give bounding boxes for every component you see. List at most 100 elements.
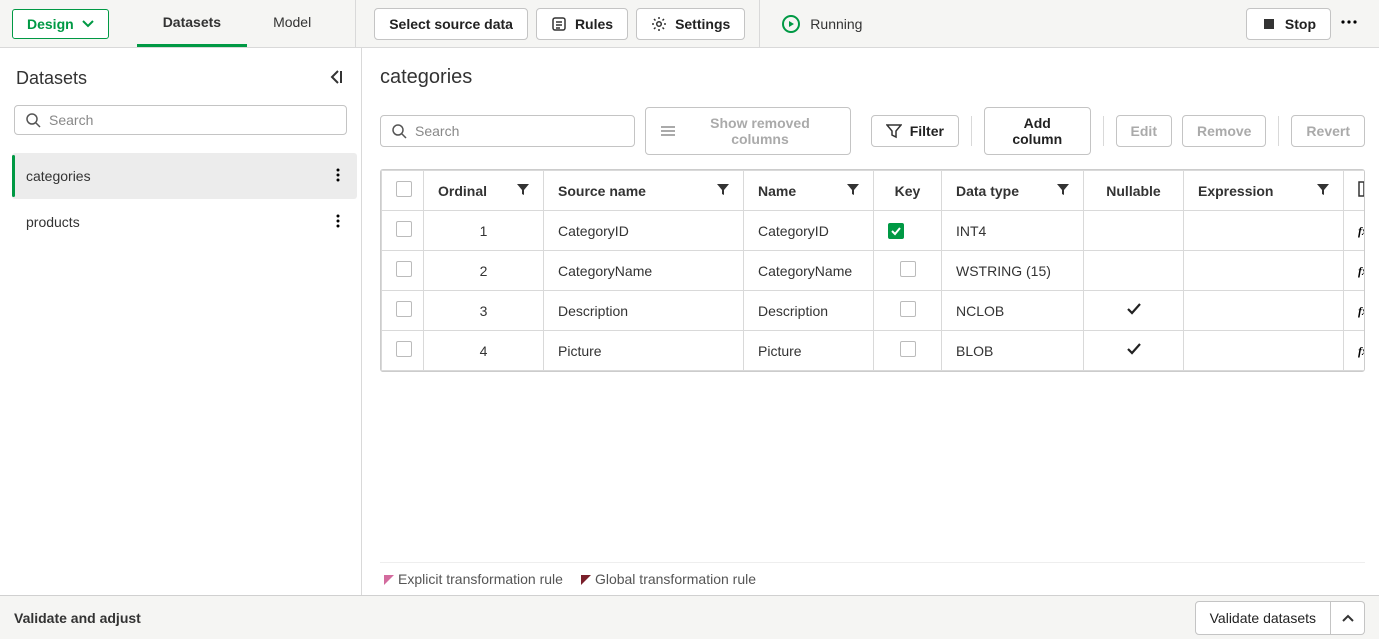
cell-name: Description [744, 291, 874, 331]
key-checkbox[interactable] [900, 341, 916, 357]
svg-text:fx: fx [1358, 345, 1365, 358]
dataset-item-menu[interactable] [329, 166, 347, 187]
expand-footer-button[interactable] [1331, 601, 1365, 635]
rules-button[interactable]: Rules [536, 8, 628, 40]
select-source-button[interactable]: Select source data [374, 8, 528, 40]
columns-search-input[interactable] [415, 123, 624, 139]
top-bar: Design Datasets Model Select source data… [0, 0, 1379, 48]
divider [355, 0, 356, 48]
stop-icon [1261, 16, 1277, 32]
columns-search[interactable] [380, 115, 635, 147]
filter-icon[interactable] [517, 183, 529, 199]
table-row[interactable]: 2CategoryNameCategoryNameWSTRING (15)fx [382, 251, 1366, 291]
chevron-up-icon [1341, 611, 1355, 625]
filter-icon[interactable] [1317, 183, 1329, 199]
cell-dtype: NCLOB [942, 291, 1084, 331]
more-menu[interactable] [1331, 6, 1367, 41]
row-checkbox[interactable] [396, 221, 412, 237]
fx-icon[interactable]: fx [1358, 343, 1365, 359]
key-checkbox[interactable] [900, 301, 916, 317]
cell-dtype: INT4 [942, 211, 1084, 251]
table-row[interactable]: 3DescriptionDescriptionNCLOBfx [382, 291, 1366, 331]
row-checkbox[interactable] [396, 261, 412, 277]
table-header-row: Ordinal Source name Name Key Data type N… [382, 171, 1366, 211]
filter-icon[interactable] [717, 183, 729, 199]
dataset-item-products[interactable]: products [12, 199, 357, 245]
cell-dtype: BLOB [942, 331, 1084, 371]
table-row[interactable]: 1CategoryIDCategoryIDINT4fx [382, 211, 1366, 251]
cell-name: CategoryID [744, 211, 874, 251]
check-icon [1126, 344, 1142, 360]
svg-text:fx: fx [1358, 225, 1365, 238]
list-icon [660, 123, 676, 139]
explicit-rule-icon [384, 575, 394, 585]
show-removed-button[interactable]: Show removed columns [645, 107, 850, 155]
cell-ordinal: 2 [424, 251, 544, 291]
sidebar-title: Datasets [16, 68, 87, 89]
key-checkbox[interactable] [888, 223, 904, 239]
select-all-checkbox[interactable] [396, 181, 412, 197]
top-tabs: Datasets Model [137, 0, 338, 47]
sidebar-search[interactable] [14, 105, 347, 135]
search-icon [25, 112, 41, 128]
cell-dtype: WSTRING (15) [942, 251, 1084, 291]
row-checkbox[interactable] [396, 341, 412, 357]
filter-button[interactable]: Filter [871, 115, 959, 147]
filter-icon [886, 123, 902, 139]
sidebar-search-input[interactable] [49, 112, 336, 128]
collapse-icon [327, 68, 345, 86]
chevron-down-icon [82, 18, 94, 30]
global-rule-icon [581, 575, 591, 585]
stop-button[interactable]: Stop [1246, 8, 1331, 40]
task-status: Running [782, 15, 862, 33]
legend: Explicit transformation rule Global tran… [380, 562, 1365, 595]
main-toolbar: Show removed columns Filter Add column E… [380, 107, 1365, 155]
remove-button[interactable]: Remove [1182, 115, 1266, 147]
tab-datasets[interactable]: Datasets [137, 0, 247, 47]
cell-ordinal: 3 [424, 291, 544, 331]
fx-icon[interactable]: fx [1358, 263, 1365, 279]
cell-expression [1184, 211, 1344, 251]
settings-button[interactable]: Settings [636, 8, 745, 40]
edit-button[interactable]: Edit [1116, 115, 1172, 147]
cell-name: CategoryName [744, 251, 874, 291]
cell-source: Picture [544, 331, 744, 371]
cell-source: Description [544, 291, 744, 331]
table-row[interactable]: 4PicturePictureBLOBfx [382, 331, 1366, 371]
row-checkbox[interactable] [396, 301, 412, 317]
footer-title: Validate and adjust [14, 610, 141, 626]
design-label: Design [27, 16, 74, 32]
cell-expression [1184, 251, 1344, 291]
dots-vertical-icon [329, 212, 347, 230]
gear-icon [651, 16, 667, 32]
check-icon [1126, 304, 1142, 320]
columns-settings-icon[interactable] [1358, 184, 1365, 200]
collapse-sidebar-button[interactable] [327, 68, 345, 89]
search-icon [391, 123, 407, 139]
cell-expression [1184, 331, 1344, 371]
add-column-button[interactable]: Add column [984, 107, 1091, 155]
filter-icon[interactable] [847, 183, 859, 199]
cell-name: Picture [744, 331, 874, 371]
dataset-item-categories[interactable]: categories [12, 153, 357, 199]
cell-ordinal: 4 [424, 331, 544, 371]
cell-ordinal: 1 [424, 211, 544, 251]
dots-vertical-icon [329, 166, 347, 184]
key-checkbox[interactable] [900, 261, 916, 277]
cell-source: CategoryID [544, 211, 744, 251]
dataset-item-menu[interactable] [329, 212, 347, 233]
revert-button[interactable]: Revert [1291, 115, 1365, 147]
cell-expression [1184, 291, 1344, 331]
divider [759, 0, 760, 48]
validate-datasets-button[interactable]: Validate datasets [1195, 601, 1331, 635]
footer-bar: Validate and adjust Validate datasets [0, 595, 1379, 639]
dots-horizontal-icon [1339, 12, 1359, 32]
design-dropdown[interactable]: Design [12, 9, 109, 39]
fx-icon[interactable]: fx [1358, 303, 1365, 319]
svg-text:fx: fx [1358, 265, 1365, 278]
fx-icon[interactable]: fx [1358, 223, 1365, 239]
running-icon [782, 15, 800, 33]
tab-model[interactable]: Model [247, 0, 337, 47]
svg-text:fx: fx [1358, 305, 1365, 318]
filter-icon[interactable] [1057, 183, 1069, 199]
